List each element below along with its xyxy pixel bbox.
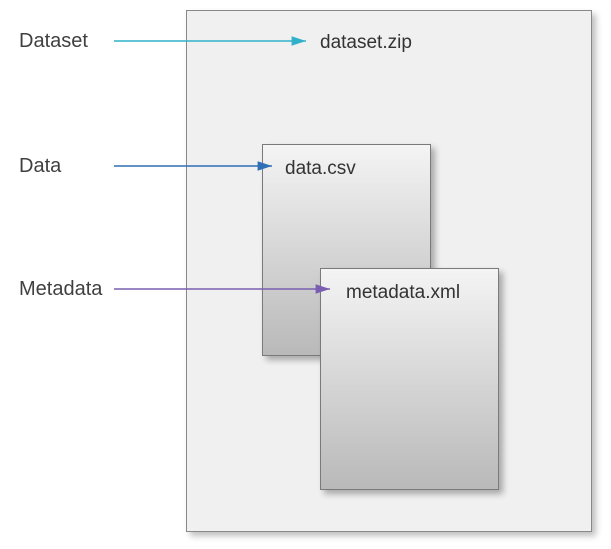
dataset-arrow-icon: [0, 0, 611, 549]
